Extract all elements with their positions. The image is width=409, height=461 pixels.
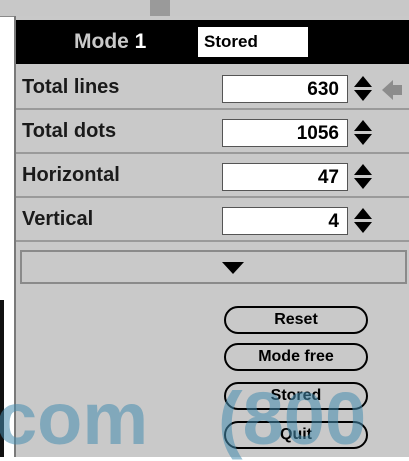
stored-button[interactable]: Stored xyxy=(224,382,368,410)
updown-stepper-icon[interactable] xyxy=(354,120,372,148)
total-lines-label: Total lines xyxy=(22,76,120,98)
total-dots-label: Total dots xyxy=(22,120,117,142)
vertical-field[interactable]: 4 xyxy=(222,207,348,235)
mode-number: 1 xyxy=(134,30,147,53)
total-lines-field[interactable]: 630 xyxy=(222,75,348,103)
row-total-dots: Total dots 1056 xyxy=(16,112,409,154)
updown-stepper-icon[interactable] xyxy=(354,164,372,192)
row-vertical: Vertical 4 xyxy=(16,200,409,242)
row-total-lines: Total lines 630 xyxy=(16,68,409,110)
horizontal-field[interactable]: 47 xyxy=(222,163,348,191)
expand-row[interactable] xyxy=(20,250,407,284)
vertical-label: Vertical xyxy=(22,208,94,230)
updown-stepper-icon[interactable] xyxy=(354,208,372,236)
updown-stepper-icon[interactable] xyxy=(354,76,372,104)
horizontal-label: Horizontal xyxy=(22,164,120,186)
total-dots-field[interactable]: 1056 xyxy=(222,119,348,147)
reset-button[interactable]: Reset xyxy=(224,306,368,334)
mode-free-button[interactable]: Mode free xyxy=(224,343,368,371)
top-tab-stub xyxy=(150,0,170,16)
step-down-icon[interactable] xyxy=(354,134,372,145)
quit-button[interactable]: Quit xyxy=(224,421,368,449)
mode-title: Mode 1 xyxy=(74,30,146,54)
step-up-icon[interactable] xyxy=(354,76,372,87)
mode-header: Mode 1 Stored xyxy=(16,20,409,64)
back-arrow-icon[interactable] xyxy=(382,80,402,100)
step-up-icon[interactable] xyxy=(354,208,372,219)
step-up-icon[interactable] xyxy=(354,120,372,131)
settings-panel: Mode 1 Stored Total lines 630 Total dots… xyxy=(14,16,409,457)
step-down-icon[interactable] xyxy=(354,90,372,101)
step-down-icon[interactable] xyxy=(354,178,372,189)
expand-down-icon[interactable] xyxy=(222,262,244,274)
row-horizontal: Horizontal 47 xyxy=(16,156,409,198)
mode-label: Mode xyxy=(74,30,129,53)
mode-status-field: Stored xyxy=(198,27,308,57)
step-down-icon[interactable] xyxy=(354,222,372,233)
step-up-icon[interactable] xyxy=(354,164,372,175)
left-divider-line xyxy=(0,300,4,457)
top-bar xyxy=(0,0,409,17)
